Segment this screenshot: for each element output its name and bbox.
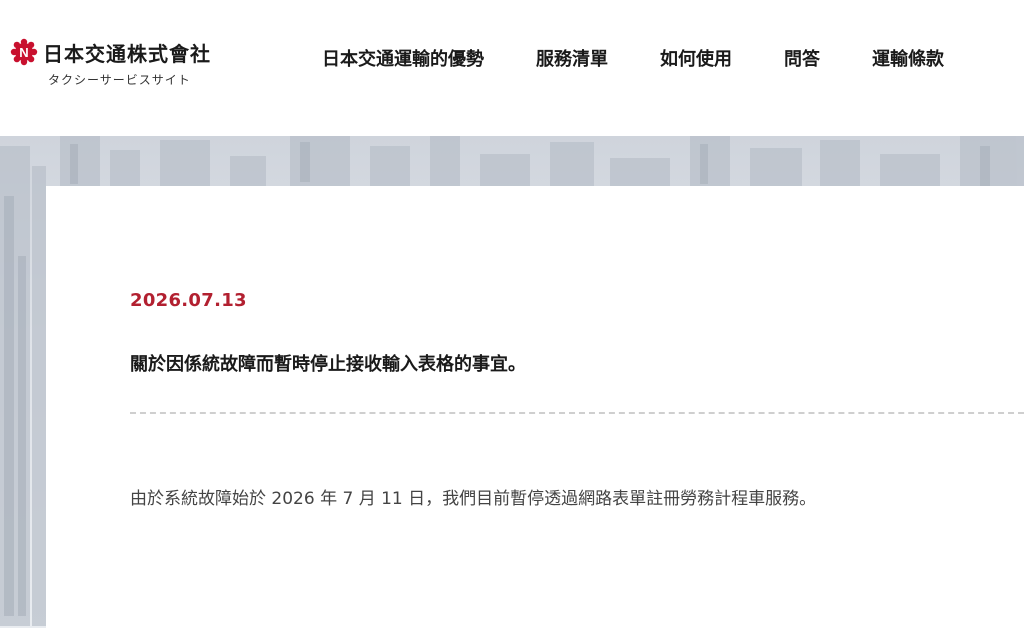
dashed-divider [130, 412, 1024, 414]
notice-body: 由於系統故障始於 2026 年 7 月 11 日，我們目前暫停透過網路表單註冊勞… [130, 489, 817, 509]
main-nav: 日本交通運輸的優勢 服務清單 如何使用 問答 運輸條款 [322, 46, 944, 74]
nav-item-faq[interactable]: 問答 [784, 46, 820, 74]
site-header: N 日本交通株式會社 タクシーサービスサイト 日本交通運輸的優勢 服務清單 如何… [0, 0, 1024, 136]
notice-date: 2026.07.13 [130, 290, 247, 311]
site-logo[interactable]: N 日本交通株式會社 タクシーサービスサイト [10, 36, 270, 96]
nav-item-service-list[interactable]: 服務清單 [536, 46, 608, 74]
nihon-kotsu-logo-icon: N [10, 38, 38, 66]
nav-item-how-to-use[interactable]: 如何使用 [660, 46, 732, 74]
nav-item-terms[interactable]: 運輸條款 [872, 46, 944, 74]
notice-card: 2026.07.13 關於因係統故障而暫時停止接收輸入表格的事宜。 由於系統故障… [46, 186, 1024, 628]
notice-title: 關於因係統故障而暫時停止接收輸入表格的事宜。 [130, 354, 526, 375]
site-subtitle: タクシーサービスサイト [48, 73, 191, 87]
nav-item-advantages[interactable]: 日本交通運輸的優勢 [322, 46, 484, 74]
company-name: 日本交通株式會社 [43, 42, 211, 66]
logo-mark-letter: N [19, 45, 28, 60]
